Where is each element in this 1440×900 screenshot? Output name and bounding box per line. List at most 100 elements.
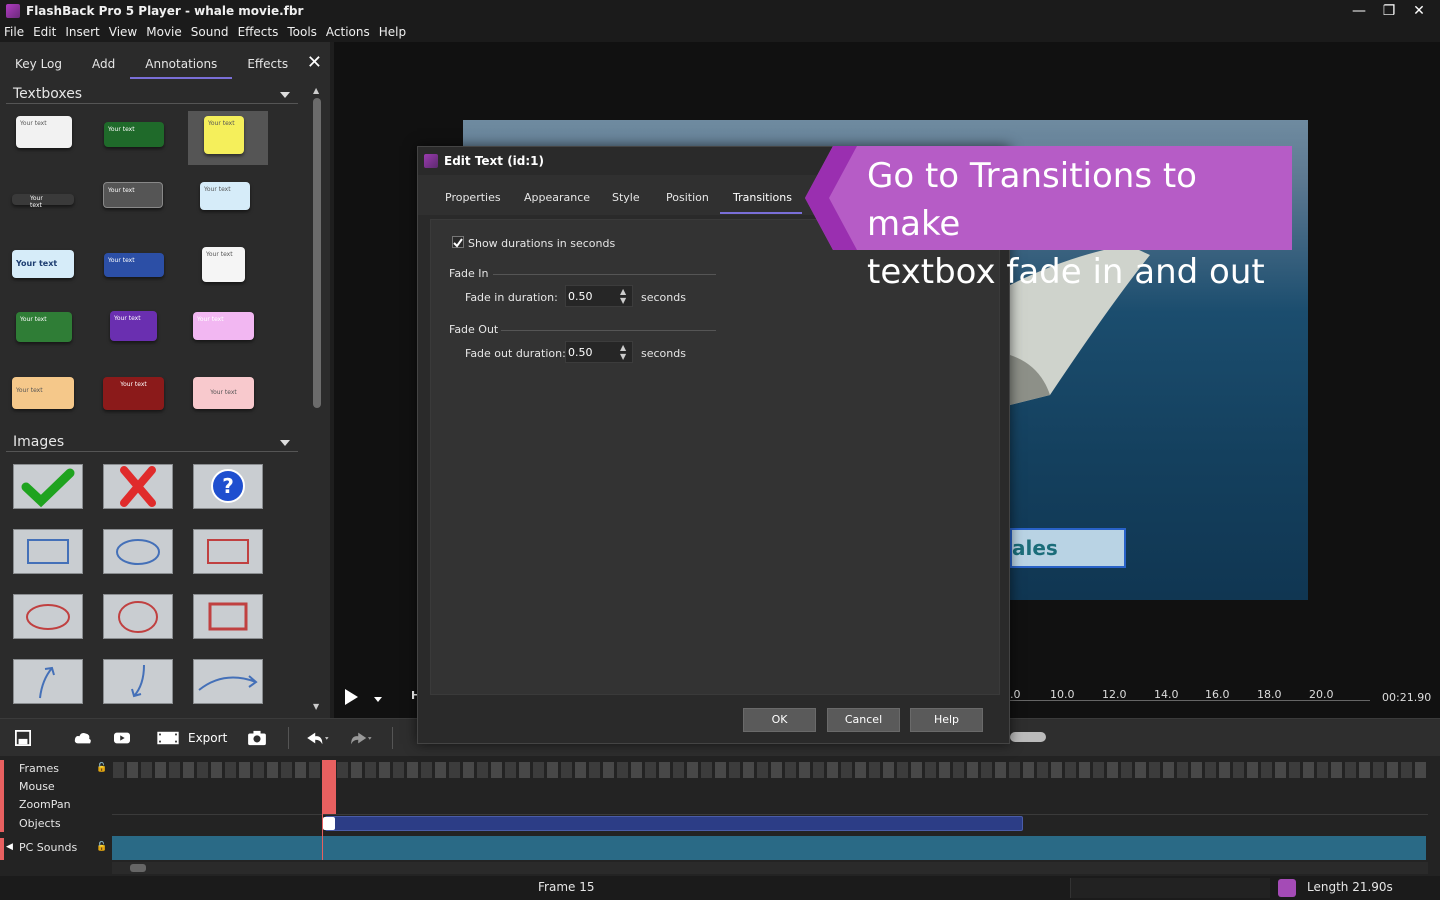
export-film-icon[interactable] xyxy=(155,730,181,746)
cancel-button[interactable]: Cancel xyxy=(827,708,900,732)
frame-cell[interactable] xyxy=(1023,762,1034,778)
frame-cell[interactable] xyxy=(519,762,530,778)
frame-cell[interactable] xyxy=(1205,762,1216,778)
frame-cell[interactable] xyxy=(1373,762,1384,778)
frame-cell[interactable] xyxy=(1009,762,1020,778)
scroll-thumb[interactable] xyxy=(313,98,321,408)
textbox-style-pink[interactable]: Your text xyxy=(193,377,254,409)
fade-out-duration-input[interactable] xyxy=(568,344,614,360)
frame-cell[interactable] xyxy=(785,762,796,778)
play-icon[interactable] xyxy=(345,689,358,705)
textbox-style-sticky-note[interactable]: Your text xyxy=(204,116,244,154)
frame-cell[interactable] xyxy=(421,762,432,778)
save-icon[interactable] xyxy=(14,730,32,746)
textbox-style-pink-bubble[interactable]: Your text xyxy=(193,312,254,340)
frame-cell[interactable] xyxy=(1037,762,1048,778)
menu-edit[interactable]: Edit xyxy=(33,25,56,39)
frame-cell[interactable] xyxy=(981,762,992,778)
speaker-icon[interactable]: ◀ xyxy=(6,842,13,852)
tab-key-log[interactable]: Key Log xyxy=(0,43,77,79)
frame-cell[interactable] xyxy=(827,762,838,778)
images-section-header[interactable]: Images xyxy=(6,432,298,452)
frame-cell[interactable] xyxy=(1303,762,1314,778)
frame-cell[interactable] xyxy=(491,762,502,778)
frame-cell[interactable] xyxy=(435,762,446,778)
frame-cell[interactable] xyxy=(771,762,782,778)
menu-insert[interactable]: Insert xyxy=(65,25,99,39)
undo-icon[interactable] xyxy=(303,730,331,746)
frame-cell[interactable] xyxy=(813,762,824,778)
frame-cell[interactable] xyxy=(729,762,740,778)
spin-up-icon[interactable]: ▲ xyxy=(620,288,628,296)
textbox-style-green-bubble[interactable]: Your text xyxy=(16,312,72,342)
menu-sound[interactable]: Sound xyxy=(191,25,229,39)
frame-cell[interactable] xyxy=(1079,762,1090,778)
menu-actions[interactable]: Actions xyxy=(326,25,370,39)
frame-cell[interactable] xyxy=(1219,762,1230,778)
image-arrow-up[interactable] xyxy=(13,659,83,704)
frame-cell[interactable] xyxy=(1289,762,1300,778)
frame-cell[interactable] xyxy=(169,762,180,778)
frame-cell[interactable] xyxy=(337,762,348,778)
menu-effects[interactable]: Effects xyxy=(238,25,279,39)
frame-cell[interactable] xyxy=(967,762,978,778)
seek-slider[interactable] xyxy=(1010,732,1046,742)
textbox-style-white[interactable]: Your text xyxy=(202,247,245,282)
frame-cell[interactable] xyxy=(1247,762,1258,778)
spin-down-icon[interactable]: ▼ xyxy=(620,353,628,361)
image-blue-ellipse[interactable] xyxy=(103,529,173,574)
panel-scrollbar[interactable]: ▲ ▼ xyxy=(310,86,324,714)
frame-cell[interactable] xyxy=(365,762,376,778)
image-red-circle[interactable] xyxy=(103,594,173,639)
frame-cell[interactable] xyxy=(267,762,278,778)
frame-cell[interactable] xyxy=(141,762,152,778)
textbox-style-green[interactable]: Your text xyxy=(104,122,164,147)
frame-cell[interactable] xyxy=(379,762,390,778)
frame-cell[interactable] xyxy=(127,762,138,778)
minimize-button[interactable]: — xyxy=(1344,0,1374,22)
spin-up-icon[interactable]: ▲ xyxy=(620,344,628,352)
scroll-down-icon[interactable]: ▼ xyxy=(313,702,319,711)
audio-clip[interactable] xyxy=(112,836,1426,860)
tab-transitions[interactable]: Transitions xyxy=(733,191,792,204)
close-panel-icon[interactable]: ✕ xyxy=(307,52,322,73)
tab-position[interactable]: Position xyxy=(666,191,709,204)
frame-cell[interactable] xyxy=(1261,762,1272,778)
frame-cell[interactable] xyxy=(155,762,166,778)
tab-appearance[interactable]: Appearance xyxy=(524,191,590,204)
timeline-hscroll[interactable] xyxy=(112,862,1428,874)
frame-cell[interactable] xyxy=(659,762,670,778)
fade-in-duration-input[interactable] xyxy=(568,288,614,304)
frame-cell[interactable] xyxy=(1065,762,1076,778)
textbox-style-gray-bubble[interactable]: Your text xyxy=(103,182,163,208)
fade-out-duration-spinner[interactable]: ▲ ▼ xyxy=(565,341,633,363)
frame-cell[interactable] xyxy=(953,762,964,778)
spin-down-icon[interactable]: ▼ xyxy=(620,297,628,305)
show-durations-checkbox[interactable] xyxy=(452,236,464,248)
frame-cell[interactable] xyxy=(225,762,236,778)
frame-cell[interactable] xyxy=(239,762,250,778)
frame-cell[interactable] xyxy=(995,762,1006,778)
textboxes-section-header[interactable]: Textboxes xyxy=(6,84,298,104)
tab-annotations[interactable]: Annotations xyxy=(130,43,233,79)
frame-cell[interactable] xyxy=(197,762,208,778)
frame-cell[interactable] xyxy=(1093,762,1104,778)
help-button[interactable]: Help xyxy=(910,708,983,732)
textbox-style-lightblue-bubble[interactable]: Your text xyxy=(200,182,250,210)
tab-properties[interactable]: Properties xyxy=(445,191,501,204)
redo-icon[interactable] xyxy=(346,730,374,746)
frame-cell[interactable] xyxy=(841,762,852,778)
menu-file[interactable]: File xyxy=(4,25,24,39)
frames-track[interactable] xyxy=(112,756,1428,786)
frame-cell[interactable] xyxy=(309,762,320,778)
export-button[interactable]: Export xyxy=(188,731,227,745)
ok-button[interactable]: OK xyxy=(743,708,816,732)
frame-cell[interactable] xyxy=(393,762,404,778)
frame-cell[interactable] xyxy=(477,762,488,778)
frame-cell[interactable] xyxy=(533,762,544,778)
frame-cell[interactable] xyxy=(1415,762,1426,778)
textbox-style-blue[interactable]: Your text xyxy=(104,253,164,277)
frame-cell[interactable] xyxy=(547,762,558,778)
textbox-style-orange[interactable]: Your text xyxy=(12,377,74,409)
frame-cell[interactable] xyxy=(351,762,362,778)
